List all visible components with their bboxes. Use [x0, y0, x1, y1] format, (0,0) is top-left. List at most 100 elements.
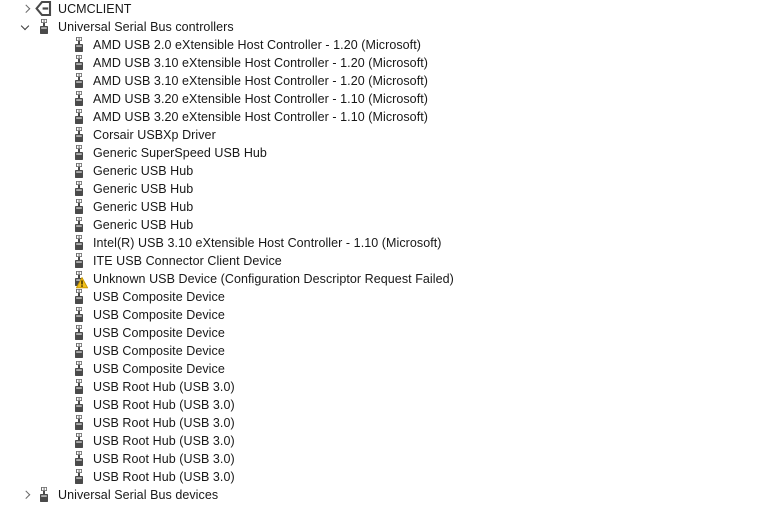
tree-node[interactable]: USB Root Hub (USB 3.0)	[0, 468, 766, 486]
tree-node[interactable]: Universal Serial Bus controllers	[0, 18, 766, 36]
tree-node-label: USB Composite Device	[93, 290, 225, 304]
tree-node-label: UCMCLIENT	[58, 2, 132, 16]
usb-device-icon	[70, 450, 88, 468]
usb-device-icon	[70, 432, 88, 450]
tree-node[interactable]: Unknown USB Device (Configuration Descri…	[0, 270, 766, 289]
chevron-down-icon[interactable]	[18, 18, 35, 36]
usb-device-icon	[70, 162, 88, 180]
tree-node-label: Generic USB Hub	[93, 182, 194, 196]
tree-node-label: AMD USB 3.10 eXtensible Host Controller …	[93, 56, 428, 70]
tree-node-label: Unknown USB Device (Configuration Descri…	[93, 272, 454, 286]
usb-device-icon	[70, 36, 88, 54]
tree-node-expander-placeholder	[53, 252, 70, 270]
tree-node-label: ITE USB Connector Client Device	[93, 254, 282, 268]
tree-node-expander-placeholder	[53, 324, 70, 342]
tree-node[interactable]: ITE USB Connector Client Device	[0, 252, 766, 270]
usb-device-icon	[70, 288, 88, 306]
tree-node-expander-placeholder	[53, 270, 70, 288]
tree-node[interactable]: Intel(R) USB 3.10 eXtensible Host Contro…	[0, 234, 766, 252]
usb-device-icon	[70, 342, 88, 360]
tree-node[interactable]: USB Composite Device	[0, 288, 766, 306]
tree-node-expander-placeholder	[53, 234, 70, 252]
tree-node-expander-placeholder	[53, 72, 70, 90]
tree-node-label: USB Composite Device	[93, 308, 225, 322]
tree-node-expander-placeholder	[53, 36, 70, 54]
usb-device-icon	[70, 360, 88, 378]
tree-node[interactable]: AMD USB 3.20 eXtensible Host Controller …	[0, 108, 766, 126]
usb-device-icon	[70, 144, 88, 162]
tree-node-label: Universal Serial Bus controllers	[58, 20, 234, 34]
tree-node[interactable]: AMD USB 2.0 eXtensible Host Controller -…	[0, 36, 766, 54]
tree-node-label: USB Composite Device	[93, 326, 225, 340]
tree-node[interactable]: USB Composite Device	[0, 324, 766, 342]
tree-node-label: Generic SuperSpeed USB Hub	[93, 146, 267, 160]
usb-device-icon	[70, 234, 88, 252]
usb-device-icon	[70, 180, 88, 198]
tree-node-expander-placeholder	[53, 378, 70, 396]
chevron-right-icon[interactable]	[18, 486, 35, 504]
tree-node[interactable]: USB Composite Device	[0, 360, 766, 378]
tree-node-label: USB Composite Device	[93, 362, 225, 376]
usb-device-warning-icon	[70, 270, 88, 289]
tree-node[interactable]: AMD USB 3.10 eXtensible Host Controller …	[0, 72, 766, 90]
usb-device-icon	[70, 378, 88, 396]
tree-node-expander-placeholder	[53, 414, 70, 432]
tree-node-label: Generic USB Hub	[93, 200, 194, 214]
tree-node-expander-placeholder	[53, 198, 70, 216]
tree-node[interactable]: USB Root Hub (USB 3.0)	[0, 414, 766, 432]
tree-node[interactable]: USB Root Hub (USB 3.0)	[0, 378, 766, 396]
tree-node-label: Generic USB Hub	[93, 218, 194, 232]
tree-node[interactable]: Corsair USBXp Driver	[0, 126, 766, 144]
tree-node-label: AMD USB 3.20 eXtensible Host Controller …	[93, 92, 428, 106]
tree-node[interactable]: UCMCLIENT	[0, 0, 766, 18]
tree-node[interactable]: USB Root Hub (USB 3.0)	[0, 450, 766, 468]
tree-node[interactable]: AMD USB 3.10 eXtensible Host Controller …	[0, 54, 766, 72]
usb-device-icon	[70, 216, 88, 234]
tree-node[interactable]: Generic SuperSpeed USB Hub	[0, 144, 766, 162]
usb-device-icon	[70, 468, 88, 486]
usb-device-icon	[70, 252, 88, 270]
tree-node-label: Corsair USBXp Driver	[93, 128, 216, 142]
tree-node-expander-placeholder	[53, 468, 70, 486]
tree-node-expander-placeholder	[53, 450, 70, 468]
tree-node-label: AMD USB 2.0 eXtensible Host Controller -…	[93, 38, 421, 52]
ucm-client-icon	[35, 0, 53, 18]
tree-node-label: Intel(R) USB 3.10 eXtensible Host Contro…	[93, 236, 442, 250]
device-manager-tree[interactable]: UCMCLIENT Universal Serial Bus controller…	[0, 0, 766, 507]
tree-node[interactable]: USB Composite Device	[0, 342, 766, 360]
tree-node-expander-placeholder	[53, 180, 70, 198]
usb-device-icon	[70, 108, 88, 126]
tree-node-expander-placeholder	[53, 126, 70, 144]
tree-node[interactable]: USB Root Hub (USB 3.0)	[0, 396, 766, 414]
tree-node-expander-placeholder	[53, 90, 70, 108]
usb-device-icon	[70, 396, 88, 414]
tree-node[interactable]: Generic USB Hub	[0, 180, 766, 198]
tree-node-expander-placeholder	[53, 360, 70, 378]
tree-node[interactable]: Universal Serial Bus devices	[0, 486, 766, 504]
tree-node-label: Generic USB Hub	[93, 164, 194, 178]
usb-device-icon	[70, 126, 88, 144]
tree-node[interactable]: Generic USB Hub	[0, 216, 766, 234]
tree-node-label: USB Root Hub (USB 3.0)	[93, 380, 235, 394]
usb-device-icon	[70, 90, 88, 108]
usb-device-icon	[70, 306, 88, 324]
tree-node-expander-placeholder	[53, 396, 70, 414]
usb-device-icon	[70, 414, 88, 432]
tree-node-label: USB Root Hub (USB 3.0)	[93, 470, 235, 484]
usb-device-icon	[70, 54, 88, 72]
chevron-right-icon[interactable]	[18, 0, 35, 18]
tree-node-label: USB Root Hub (USB 3.0)	[93, 434, 235, 448]
tree-node-label: Universal Serial Bus devices	[58, 488, 219, 502]
usb-device-icon	[70, 198, 88, 216]
tree-node-expander-placeholder	[53, 54, 70, 72]
tree-node[interactable]: Generic USB Hub	[0, 198, 766, 216]
usb-controller-icon	[35, 486, 53, 504]
tree-node[interactable]: AMD USB 3.20 eXtensible Host Controller …	[0, 90, 766, 108]
tree-node-label: AMD USB 3.20 eXtensible Host Controller …	[93, 110, 428, 124]
usb-controller-icon	[35, 18, 53, 36]
tree-node[interactable]: Generic USB Hub	[0, 162, 766, 180]
tree-node[interactable]: USB Root Hub (USB 3.0)	[0, 432, 766, 450]
tree-node-label: USB Root Hub (USB 3.0)	[93, 416, 235, 430]
tree-node-expander-placeholder	[53, 144, 70, 162]
tree-node[interactable]: USB Composite Device	[0, 306, 766, 324]
